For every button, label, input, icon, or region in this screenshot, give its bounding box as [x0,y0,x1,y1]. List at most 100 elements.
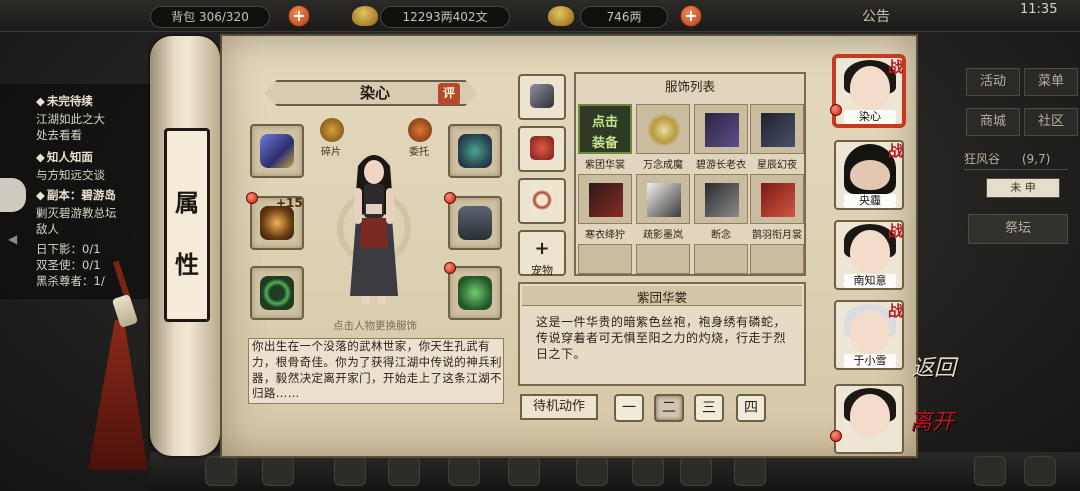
ring-icon [260,276,294,310]
silver-coin-icon [352,6,378,26]
costume-item-name: 断念 [711,230,731,241]
idle-action-3-button[interactable]: 三 [694,394,724,422]
equip-hint: 点击 [591,115,618,130]
belt-icon [530,188,554,212]
entrust-icon[interactable] [408,118,432,142]
notification-dot [246,192,258,204]
toolbar-icon[interactable] [508,456,540,486]
add-inventory-button[interactable]: + [288,5,310,27]
character-figure[interactable] [336,148,412,308]
costume-art [647,183,681,217]
costume-item[interactable] [694,174,748,224]
idle-action-4-button[interactable]: 四 [736,394,766,422]
equip-slot-gloves[interactable] [250,124,304,178]
costume-item[interactable] [694,244,748,274]
leave-button[interactable]: 离开 [910,412,960,456]
costume-art [761,113,795,147]
companion-face [850,66,890,110]
notification-dot [830,430,842,442]
gold-ingot-icon [548,6,574,26]
weapon-enhance-level: +15 [276,196,303,210]
quest-line: 江湖如此之大 [36,112,105,126]
chevron-left-icon[interactable]: ◀ [8,232,17,246]
battle-tag: 战 [888,142,904,160]
quest-line: 黑杀尊者：1/ [36,274,105,288]
toolbar-icon[interactable] [974,456,1006,486]
costume-item-name: 星辰幻夜 [757,160,797,171]
tab-belt[interactable] [518,178,566,224]
costume-item[interactable] [636,104,690,154]
costume-item[interactable] [750,104,804,154]
community-button[interactable]: 社区 [1024,108,1078,136]
costume-item[interactable] [578,174,632,224]
shop-button[interactable]: 商城 [966,108,1020,136]
costume-detail-title: 紫団华裳 [636,290,687,305]
toolbar-icon[interactable] [334,456,366,486]
notification-dot [444,262,456,274]
equip-slot-ring[interactable] [250,266,304,320]
location-coord: (9,7) [1021,152,1051,166]
costume-item[interactable] [750,244,804,274]
side-drawer-tab[interactable] [0,178,26,212]
fragments-icon[interactable] [320,118,344,142]
quest-line: 敌人 [36,222,59,236]
companion-face [850,310,890,354]
costume-item[interactable] [578,244,632,274]
location-label: 狂风谷 (9,7) [964,150,1068,170]
menu-button[interactable]: 菜单 [1024,68,1078,96]
companion-name: 南知意 [844,274,896,288]
equip-hint: 装备 [591,136,618,151]
toolbar-icon[interactable] [388,456,420,486]
toolbar-icon[interactable] [734,456,766,486]
companion-name: 染心 [844,110,896,124]
add-gold-button[interactable]: + [680,5,702,27]
toolbar-icon[interactable] [576,456,608,486]
necklace-icon [458,276,492,310]
costume-art [705,113,739,147]
equip-slot-necklace[interactable] [448,266,502,320]
altar-button[interactable]: 祭坛 [968,214,1068,244]
costume-detail-text: 这是一件华贵的暗紫色丝袍，袍身绣有磷蛇，传说穿着者可无惧至阳之力的灼烧，行走于烈… [536,315,787,361]
costume-art [761,183,795,217]
activity-button[interactable]: 活动 [966,68,1020,96]
tab-costume[interactable] [518,126,566,172]
equip-slot-armor[interactable] [448,196,502,250]
location-name: 狂风谷 [964,152,1001,166]
companion-name: 于小雪 [844,354,896,368]
idle-action-1-button[interactable]: 一 [614,394,644,422]
equip-slot-hat[interactable] [448,124,502,178]
toolbar-icon[interactable] [632,456,664,486]
notice-button[interactable]: 公告 [862,6,902,28]
costume-art [647,113,681,147]
costume-item[interactable] [750,174,804,224]
toolbar-icon[interactable] [1024,456,1056,486]
toolbar-icon[interactable] [448,456,480,486]
tab-accessory[interactable] [518,74,566,120]
companion-face [850,160,890,190]
diamond-icon: ◆ [36,150,45,164]
quest-heading: ◆ 副本：碧游岛 [36,188,116,202]
battle-tag: 战 [888,58,904,76]
diamond-icon: ◆ [36,188,45,202]
character-bio: 你出生在一个没落的武林世家，你天生孔武有力，根骨奇佳。你为了获得江湖中传说的神兵… [252,339,502,401]
back-button[interactable]: 返回 [912,358,960,402]
companion-face [850,394,890,438]
costume-item-name: 碧游长老衣 [696,160,746,171]
quest-line: 双圣使：0/1 [36,258,101,272]
costume-list-title: 服饰列表 [664,79,715,94]
costume-item[interactable] [636,174,690,224]
inventory-counter: 背包 306/320 [150,6,270,28]
idle-action-2-button[interactable]: 二 [654,394,684,422]
character-name: 染心 [359,84,390,102]
toolbar-icon[interactable] [262,456,294,486]
toolbar-icon[interactable] [205,456,237,486]
costume-item[interactable] [636,244,690,274]
battle-tag: 战 [888,302,904,320]
costume-item-name: 紫团华裳 [585,160,625,171]
toolbar-icon[interactable] [680,456,712,486]
tab-attributes[interactable]: 属 性 [164,128,210,322]
costume-item[interactable] [694,104,748,154]
rate-button[interactable]: 评 [438,83,460,105]
quest-heading: ◆ 知人知面 [36,150,93,164]
companion-card[interactable] [834,384,904,454]
